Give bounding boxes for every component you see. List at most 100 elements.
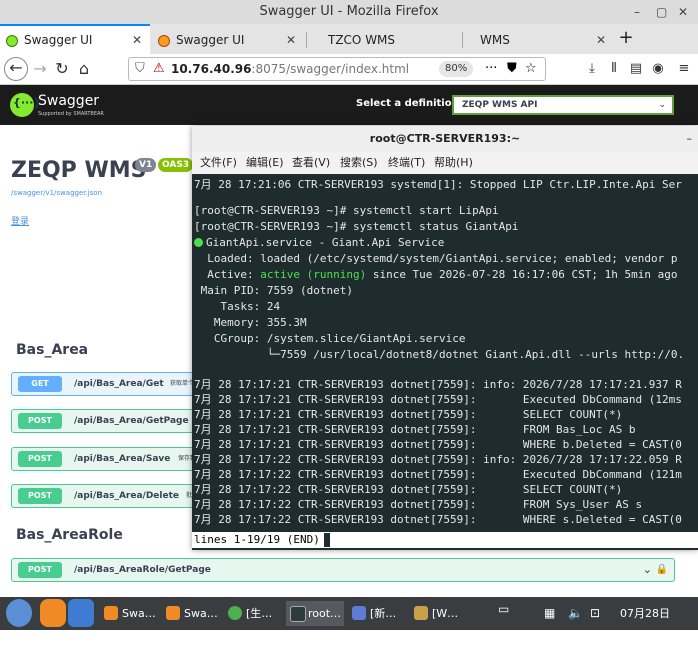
maximize-button[interactable]: ▢ (656, 0, 667, 24)
swagger-topbar: {···} Swagger Supported by SMARTBEAR Sel… (0, 85, 698, 125)
taskbar-app-label: [新… (370, 607, 397, 620)
window-title: Swagger UI - Mozilla Firefox (259, 4, 439, 19)
menu-file[interactable]: 文件(F) (200, 152, 237, 174)
menu-view[interactable]: 查看(V) (292, 152, 330, 174)
tab-close-icon[interactable]: ✕ (132, 26, 142, 54)
taskbar-app-label: [W… (432, 607, 459, 620)
terminal-window[interactable]: root@CTR-SERVER193:~ – 文件(F) 编辑(E) 查看(V)… (192, 126, 698, 550)
chevron-down-icon[interactable]: ⌄ (643, 559, 652, 581)
firefox-icon (104, 606, 118, 620)
taskbar: Swa… Swa… [生… root… [新… [W… ▭ ▦ 🔈 ⊡ 07月2… (0, 597, 698, 653)
version-badge: V1 (135, 158, 157, 172)
terminal-line: Tasks: 24 (194, 300, 281, 313)
menu-search[interactable]: 搜索(S) (340, 152, 378, 174)
tab-swagger-ui-2[interactable]: Swagger UI ✕ (152, 26, 304, 54)
tab-separator (462, 32, 463, 48)
terminal-line: [root@CTR-SERVER193 ~]# systemctl status… (194, 220, 519, 233)
sidebar-icon[interactable]: ▤ (626, 57, 646, 81)
lock-icon[interactable]: 🔒 (656, 559, 668, 581)
method-badge: GET (18, 376, 62, 392)
home-icon[interactable]: ⌂ (72, 57, 96, 81)
menu-icon[interactable]: ≡ (674, 57, 694, 81)
taskbar-app-label: root… (308, 607, 342, 620)
swagger-json-link[interactable]: /swagger/v1/swagger.json (11, 189, 102, 197)
taskbar-app-folder[interactable]: [W… (410, 601, 468, 626)
terminal-line: 7月 28 17:17:21 CTR-SERVER193 dotnet[7559… (194, 423, 636, 436)
terminal-line: GiantApi.service - Giant.Api Service (194, 236, 444, 249)
navigation-toolbar: ← → ↻ ⌂ ⛉ ⚠ 10.76.40.96:8075/swagger/ind… (0, 54, 698, 85)
tab-tzco-wms[interactable]: TZCO WMS (308, 26, 460, 54)
operation-path: /api/Bas_Area/Save (74, 454, 171, 464)
clock[interactable]: 07月28日 17:22 (620, 597, 698, 663)
tab-label: Swagger UI (176, 33, 245, 47)
volume-icon[interactable]: 🔈 (568, 597, 583, 630)
tab-wms[interactable]: WMS ✕ (464, 26, 614, 54)
taskbar-app-swagger-2[interactable]: Swa… (162, 601, 220, 626)
network-icon[interactable]: ⊡ (590, 597, 600, 630)
start-menu-icon[interactable] (6, 599, 32, 627)
definition-select[interactable]: ZEQP WMS API ⌄ (452, 95, 674, 115)
download-icon[interactable]: ⤓ (582, 57, 602, 81)
terminal-line: CGroup: /system.slice/GiantApi.service (194, 332, 466, 345)
terminal-line: Active: active (running) since Tue 2026-… (194, 268, 678, 281)
method-badge: POST (18, 562, 62, 578)
chrome-icon (228, 606, 242, 620)
terminal-line: 7月 28 17:17:21 CTR-SERVER193 dotnet[7559… (194, 378, 682, 391)
zoom-level[interactable]: 80% (439, 61, 474, 77)
operation-path: /api/Bas_Area/Delete (74, 491, 180, 501)
taskbar-app-swagger-1[interactable]: Swa… (100, 601, 158, 626)
operation-post-bas-arearole-getpage[interactable]: POST /api/Bas_AreaRole/GetPage ⌄ 🔒 (11, 558, 675, 582)
section-bas-arearole[interactable]: Bas_AreaRole (16, 527, 123, 543)
terminal-line: 7月 28 17:17:21 CTR-SERVER193 dotnet[7559… (194, 408, 623, 421)
reload-button[interactable]: ↻ (50, 57, 74, 81)
operation-path: /api/Bas_AreaRole/GetPage (74, 565, 211, 575)
forward-button[interactable]: → (28, 57, 52, 81)
taskbar-app-chrome[interactable]: [生… (224, 601, 282, 626)
operation-path: /api/Bas_Area/Get (74, 379, 164, 389)
status-dot-icon (194, 238, 203, 247)
tab-label: TZCO WMS (328, 33, 396, 47)
close-window-button[interactable]: ✕ (678, 0, 688, 24)
taskbar-app-new[interactable]: [新… (348, 601, 406, 626)
section-bas-area[interactable]: Bas_Area (16, 342, 88, 358)
menu-help[interactable]: 帮助(H) (434, 152, 473, 174)
library-icon[interactable]: ⫴ (604, 57, 624, 81)
terminal-line: 7月 28 17:17:22 CTR-SERVER193 dotnet[7559… (194, 483, 623, 496)
taskbar-app-terminal[interactable]: root… (286, 601, 344, 626)
bookmark-star-icon[interactable]: ☆ (525, 58, 537, 80)
method-badge: POST (18, 451, 62, 467)
shield-icon[interactable]: ⛉ (135, 61, 145, 76)
terminal-line: 7月 28 17:17:22 CTR-SERVER193 dotnet[7559… (194, 453, 682, 466)
terminal-output[interactable]: 7月 28 17:21:06 CTR-SERVER193 systemd[1]:… (192, 174, 698, 550)
firefox-icon (166, 606, 180, 620)
tab-close-icon[interactable]: ✕ (596, 26, 606, 54)
insecure-lock-icon[interactable]: ⚠ (153, 61, 165, 76)
method-badge: POST (18, 488, 62, 504)
url-text[interactable]: 10.76.40.96:8075/swagger/index.html (171, 58, 409, 80)
workspace-icon[interactable]: ▭ (498, 593, 509, 626)
pocket-icon[interactable]: ⛊ (507, 58, 517, 80)
terminal-line: Loaded: loaded (/etc/systemd/system/Gian… (194, 252, 678, 265)
menu-terminal[interactable]: 终端(T) (388, 152, 425, 174)
new-tab-button[interactable]: + (616, 24, 636, 54)
terminal-minimize-button[interactable]: – (687, 126, 693, 152)
tab-close-icon[interactable]: ✕ (286, 26, 296, 54)
tab-swagger-ui-1[interactable]: Swagger UI ✕ (0, 24, 150, 56)
address-bar[interactable]: ⛉ ⚠ 10.76.40.96:8075/swagger/index.html … (128, 57, 546, 81)
terminal-line: Main PID: 7559 (dotnet) (194, 284, 353, 297)
firefox-launcher-icon[interactable] (40, 599, 66, 627)
menu-edit[interactable]: 编辑(E) (246, 152, 284, 174)
account-icon[interactable]: ◉ (648, 57, 668, 81)
file-manager-launcher-icon[interactable] (68, 599, 94, 627)
terminal-line: 7月 28 17:17:21 CTR-SERVER193 dotnet[7559… (194, 393, 682, 406)
keyboard-icon[interactable]: ▦ (544, 597, 555, 630)
chevron-down-icon: ⌄ (658, 100, 666, 110)
tab-label: Swagger UI (24, 33, 93, 47)
swagger-logo-icon[interactable]: {···} (10, 93, 41, 117)
login-link[interactable]: 登录 (11, 214, 29, 227)
terminal-menubar: 文件(F) 编辑(E) 查看(V) 搜索(S) 终端(T) 帮助(H) (192, 152, 698, 174)
minimize-button[interactable]: – (634, 0, 640, 24)
active-status: active (running) (260, 268, 367, 281)
back-button[interactable]: ← (4, 57, 28, 81)
page-actions-icon[interactable]: ··· (485, 58, 497, 80)
